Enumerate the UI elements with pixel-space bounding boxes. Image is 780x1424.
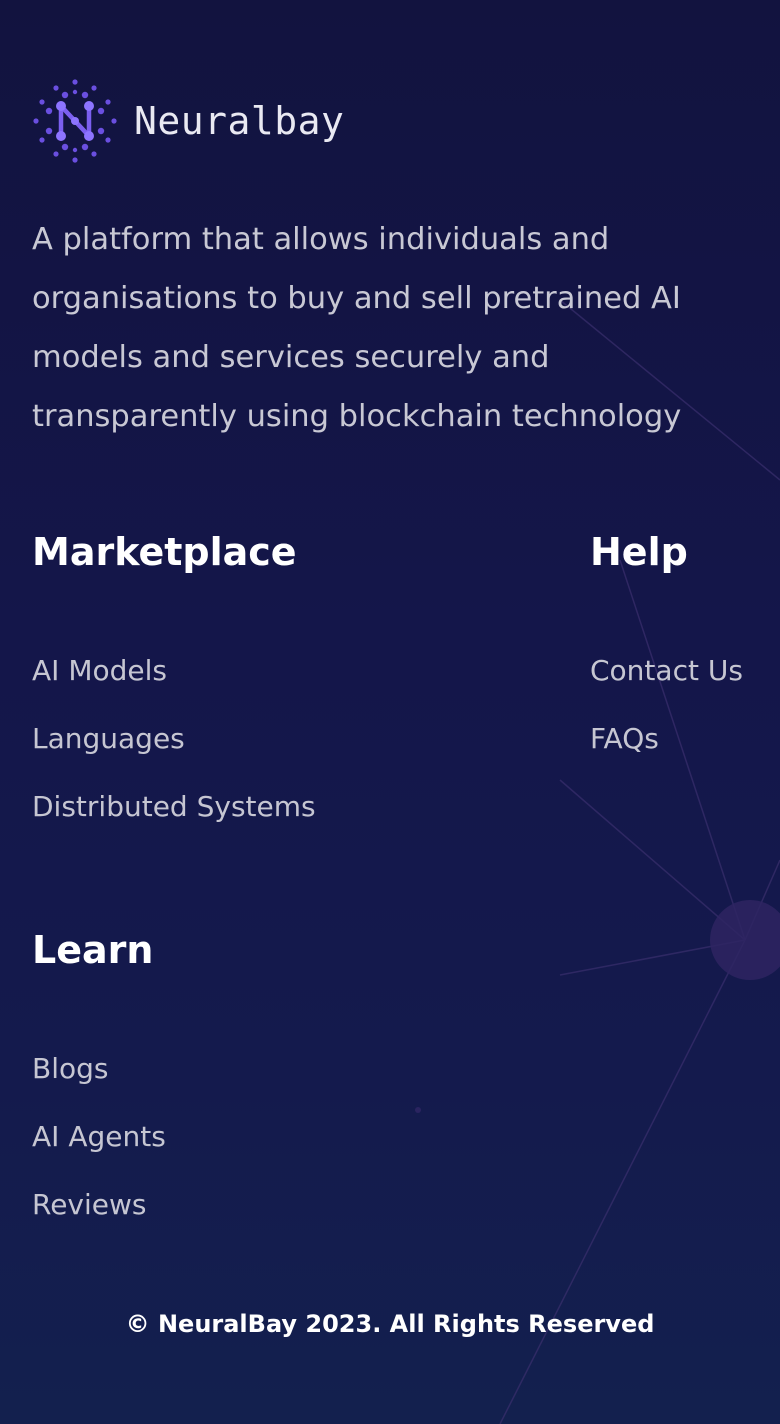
link-ai-models[interactable]: AI Models — [32, 654, 167, 687]
link-ai-agents[interactable]: AI Agents — [32, 1120, 166, 1153]
brand-name: Neuralbay — [134, 99, 345, 143]
learn-heading: Learn — [32, 928, 154, 972]
help-heading: Help — [590, 530, 688, 574]
copyright: © NeuralBay 2023. All Rights Reserved — [125, 1310, 655, 1338]
neural-network-icon — [33, 79, 117, 163]
tagline: A platform that allows individuals and o… — [32, 222, 682, 434]
marketplace-heading: Marketplace — [32, 530, 297, 574]
link-contact-us[interactable]: Contact Us — [590, 654, 743, 687]
link-blogs[interactable]: Blogs — [32, 1052, 108, 1085]
brand-logo[interactable]: Neuralbay — [32, 78, 344, 164]
link-reviews[interactable]: Reviews — [32, 1188, 147, 1221]
link-languages[interactable]: Languages — [32, 722, 185, 755]
link-faqs[interactable]: FAQs — [590, 722, 659, 755]
link-distributed-systems[interactable]: Distributed Systems — [32, 790, 316, 823]
